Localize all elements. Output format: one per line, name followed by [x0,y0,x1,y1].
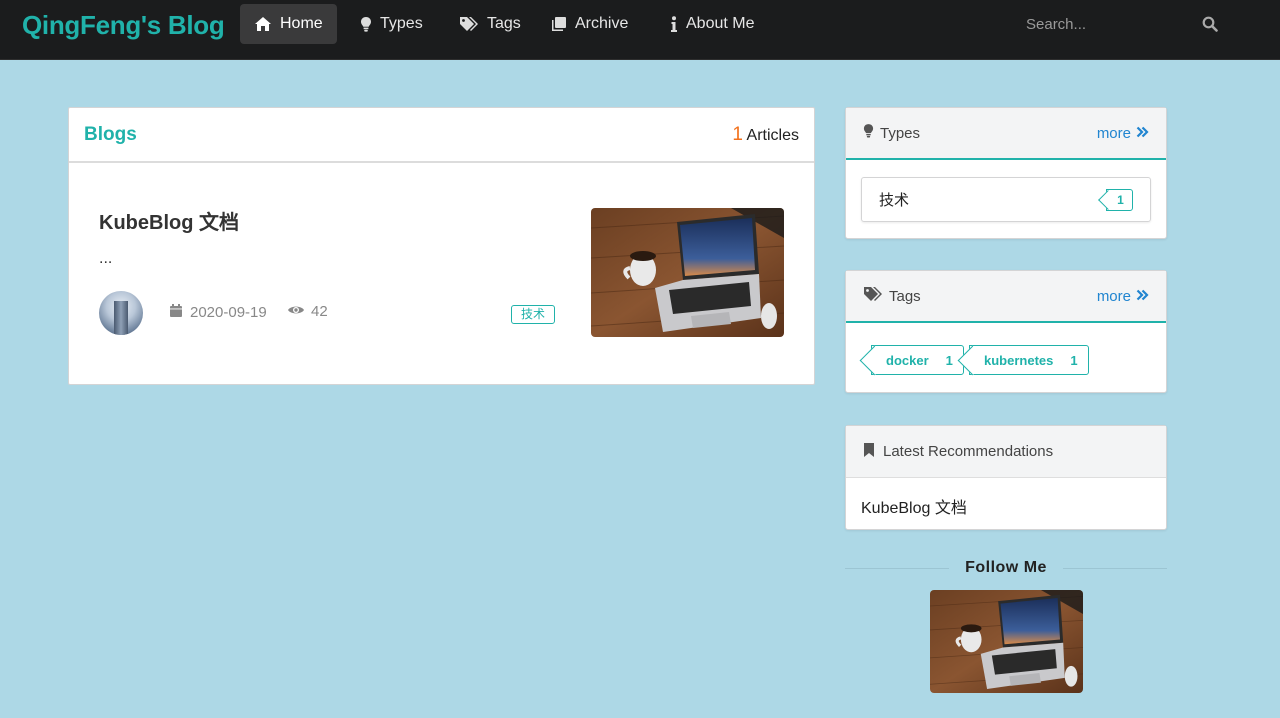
nav-archive[interactable]: Archive [537,4,642,44]
post-views: 42 [287,303,328,320]
blog-list-card: Blogs 1 Articles KubeBlog 文档 ... 2020-09… [68,107,815,385]
tags-icon [459,16,479,32]
blog-list-header: Blogs 1 Articles [69,108,814,163]
tags-more-label: more [1096,287,1131,305]
post-date-text: 2020-09-19 [190,304,267,321]
nav-about-label: About Me [686,15,755,32]
search-input[interactable] [1018,9,1194,39]
types-more-link[interactable]: more [1097,125,1149,142]
tag-item-kubernetes[interactable]: kubernetes 1 [969,345,1089,375]
tags-card-header: Tags more [846,271,1166,323]
follow-me-divider: Follow Me [845,556,1168,580]
avatar-building [114,301,128,335]
nav-types[interactable]: Types [346,4,437,44]
tags-card: Tags more docker 1 kubernetes 1 [845,270,1167,393]
post-title[interactable]: KubeBlog 文档 [99,206,239,235]
post-type-tag[interactable]: 技术 [511,305,556,324]
lightbulb-icon [360,16,372,33]
tag-item-docker[interactable]: docker 1 [871,345,964,375]
follow-me-image [930,590,1083,693]
tag-item-name: kubernetes [984,352,1054,368]
top-navbar: QingFeng's Blog Home Types Tags Archive … [0,0,1280,60]
calendar-icon [169,303,183,322]
nav-tags-label: Tags [487,15,521,32]
nav-archive-label: Archive [575,15,629,32]
nav-about[interactable]: About Me [656,4,768,44]
latest-card-header: Latest Recommendations [846,426,1166,478]
recommendation-item[interactable]: KubeBlog 文档 [861,494,967,518]
blogs-title: Blogs [84,123,137,145]
post-views-count: 42 [311,303,328,320]
author-avatar [99,291,143,335]
bookmark-icon [863,442,875,462]
divider-line-left [845,567,950,569]
latest-recommendations-card: Latest Recommendations KubeBlog 文档 [845,425,1167,530]
tag-item-name: docker [886,352,929,368]
follow-me-title: Follow Me [965,559,1047,576]
post-cover-image[interactable] [591,208,784,337]
post-excerpt: ... [99,250,113,267]
tag-item-count: 1 [945,352,953,368]
home-icon [254,16,272,32]
tags-card-title: Tags [889,287,921,305]
types-more-label: more [1096,124,1131,142]
types-card: Types more 技术 1 [845,107,1167,239]
eye-icon [287,303,305,320]
divider-line-right [1062,567,1168,569]
nav-tags[interactable]: Tags [445,4,535,44]
tags-more-link[interactable]: more [1097,288,1149,305]
double-chevron-right-icon [1136,125,1149,142]
tag-item-count: 1 [1070,352,1078,368]
post-date: 2020-09-19 [169,303,267,322]
search-icon[interactable] [1202,16,1218,37]
nav-home[interactable]: Home [240,4,337,44]
latest-card-title: Latest Recommendations [883,443,1054,460]
lightbulb-icon [863,123,874,143]
nav-home-label: Home [280,15,323,32]
info-icon [670,15,678,33]
tags-icon [863,286,883,306]
double-chevron-right-icon [1136,288,1149,305]
article-count: 1 Articles [732,124,799,146]
type-item-count-text: 1 [1117,192,1124,207]
nav-types-label: Types [380,15,423,32]
archive-icon [551,16,567,32]
article-count-label: Articles [746,126,799,144]
site-brand[interactable]: QingFeng's Blog [22,8,225,42]
article-count-number: 1 [732,123,743,145]
search-box [1018,8,1228,40]
type-item-name: 技术 [879,192,910,209]
type-item-count: 1 [1106,188,1133,211]
type-item[interactable]: 技术 1 [861,177,1151,222]
types-card-header: Types more [846,108,1166,160]
types-card-title: Types [880,124,921,142]
